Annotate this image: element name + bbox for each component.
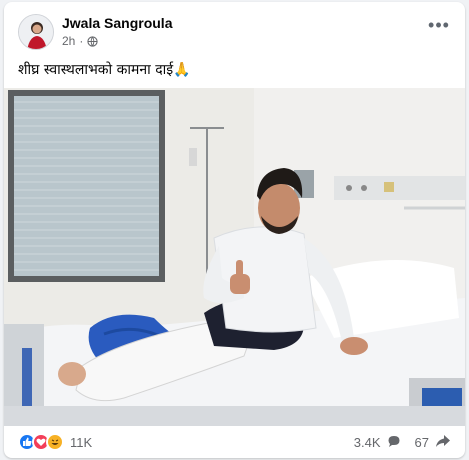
more-dots-icon[interactable]: ••• [425,16,453,40]
post-caption: शीघ्र स्वास्थलाभको कामना दाई🙏 [18,60,191,79]
caption-text: शीघ्र स्वास्थलाभको कामना दाई [18,62,174,78]
post-card: Jwala Sangroula 2h · ••• शीघ्र स्वास्थला… [4,2,465,458]
haha-icon [46,433,64,451]
reactions-summary[interactable]: 11K [18,433,92,451]
share-icon[interactable] [435,434,451,451]
author-name[interactable]: Jwala Sangroula [62,15,172,31]
post-meta: 2h · [62,34,98,48]
post-time[interactable]: 2h [62,34,75,48]
post-header: Jwala Sangroula 2h · ••• [4,2,465,54]
comment-icon[interactable] [387,434,401,451]
share-count[interactable]: 67 [415,435,429,450]
globe-icon[interactable] [87,35,98,47]
comment-count[interactable]: 3.4K [354,435,381,450]
reaction-count[interactable]: 11K [70,435,92,450]
pray-emoji: 🙏 [173,62,191,78]
engagement-stats: 3.4K 67 [354,434,451,451]
post-footer: 11K 3.4K 67 [4,426,465,458]
hospital-photo-illustration [4,88,465,426]
post-photo[interactable] [4,88,465,426]
author-avatar[interactable] [18,14,54,50]
